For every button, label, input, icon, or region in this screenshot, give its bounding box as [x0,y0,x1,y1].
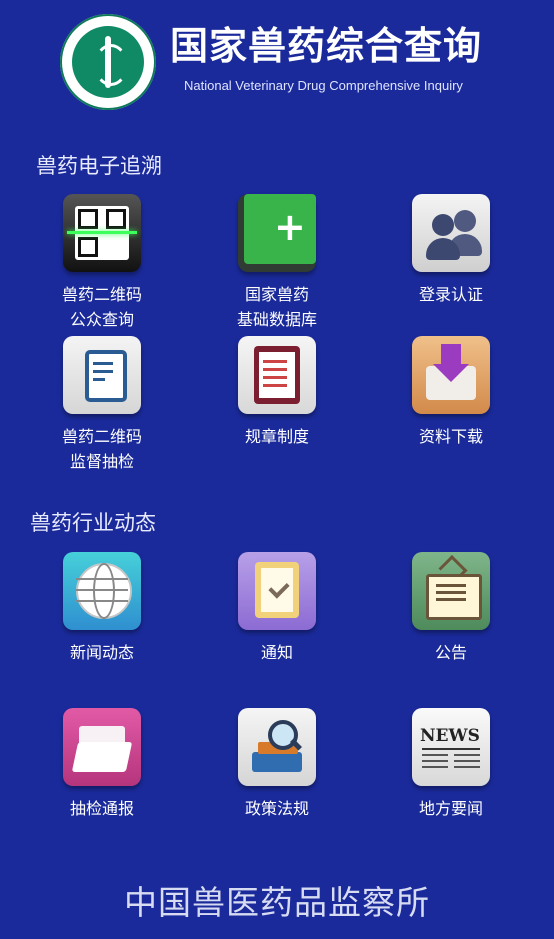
menu-item-label: 国家兽药 [244,285,309,304]
menu-item-label: 公众查询 [69,310,134,329]
institute-logo-icon [60,14,156,110]
menu-item-qr-supervision[interactable]: 兽药二维码 监督抽检 [27,336,177,474]
users-icon [412,194,490,272]
section-title-traceability: 兽药电子追溯 [36,154,162,178]
menu-item-login[interactable]: 登录认证 [376,194,526,307]
menu-item-label: 基础数据库 [236,310,317,329]
menu-item-label: 地方要闻 [418,799,483,818]
app-title: 国家兽药综合查询 [170,24,483,68]
menu-item-announcements[interactable]: 公告 [376,552,526,665]
app-header: 国家兽药综合查询 National Veterinary Drug Compre… [0,0,554,120]
newspaper-masthead: NEWS [420,726,480,746]
qr-code-scan-icon [63,194,141,272]
download-tray-icon [412,336,490,414]
menu-item-regulations[interactable]: 规章制度 [202,336,352,449]
footer-organization: 中国兽医药品监察所 [124,883,430,922]
logo-emblem [72,26,144,98]
notice-board-icon [412,552,490,630]
menu-item-news[interactable]: 新闻动态 [27,552,177,665]
folder-icon [63,708,141,786]
section-title-industry-news: 兽药行业动态 [30,511,156,535]
menu-item-label: 通知 [260,643,293,662]
menu-item-label: 兽药二维码 [61,285,142,304]
menu-item-qr-public-query[interactable]: 兽药二维码 公众查询 [27,194,177,332]
app-subtitle: National Veterinary Drug Comprehensive I… [184,78,463,93]
menu-item-label: 监督抽检 [69,452,134,471]
menu-item-label: 登录认证 [418,285,483,304]
books-magnifier-icon [238,708,316,786]
globe-icon [63,552,141,630]
menu-item-label: 兽药二维码 [61,427,142,446]
notepad-check-icon [238,552,316,630]
menu-item-local-news[interactable]: NEWS 地方要闻 [376,708,526,821]
menu-item-label: 政策法规 [244,799,309,818]
document-check-icon [63,336,141,414]
menu-item-label: 新闻动态 [69,643,134,662]
newspaper-icon: NEWS [412,708,490,786]
menu-item-label: 公告 [434,643,467,662]
menu-item-policies[interactable]: 政策法规 [202,708,352,821]
menu-item-notices[interactable]: 通知 [202,552,352,665]
menu-item-downloads[interactable]: 资料下载 [376,336,526,449]
clipboard-checklist-icon [238,336,316,414]
menu-item-label: 抽检通报 [69,799,134,818]
menu-item-basic-database[interactable]: + 国家兽药基础数据库 [202,194,352,332]
book-plus-icon: + [238,194,316,272]
menu-item-inspection-reports[interactable]: 抽检通报 [27,708,177,821]
menu-item-label: 规章制度 [244,427,309,446]
menu-item-label: 资料下载 [418,427,483,446]
